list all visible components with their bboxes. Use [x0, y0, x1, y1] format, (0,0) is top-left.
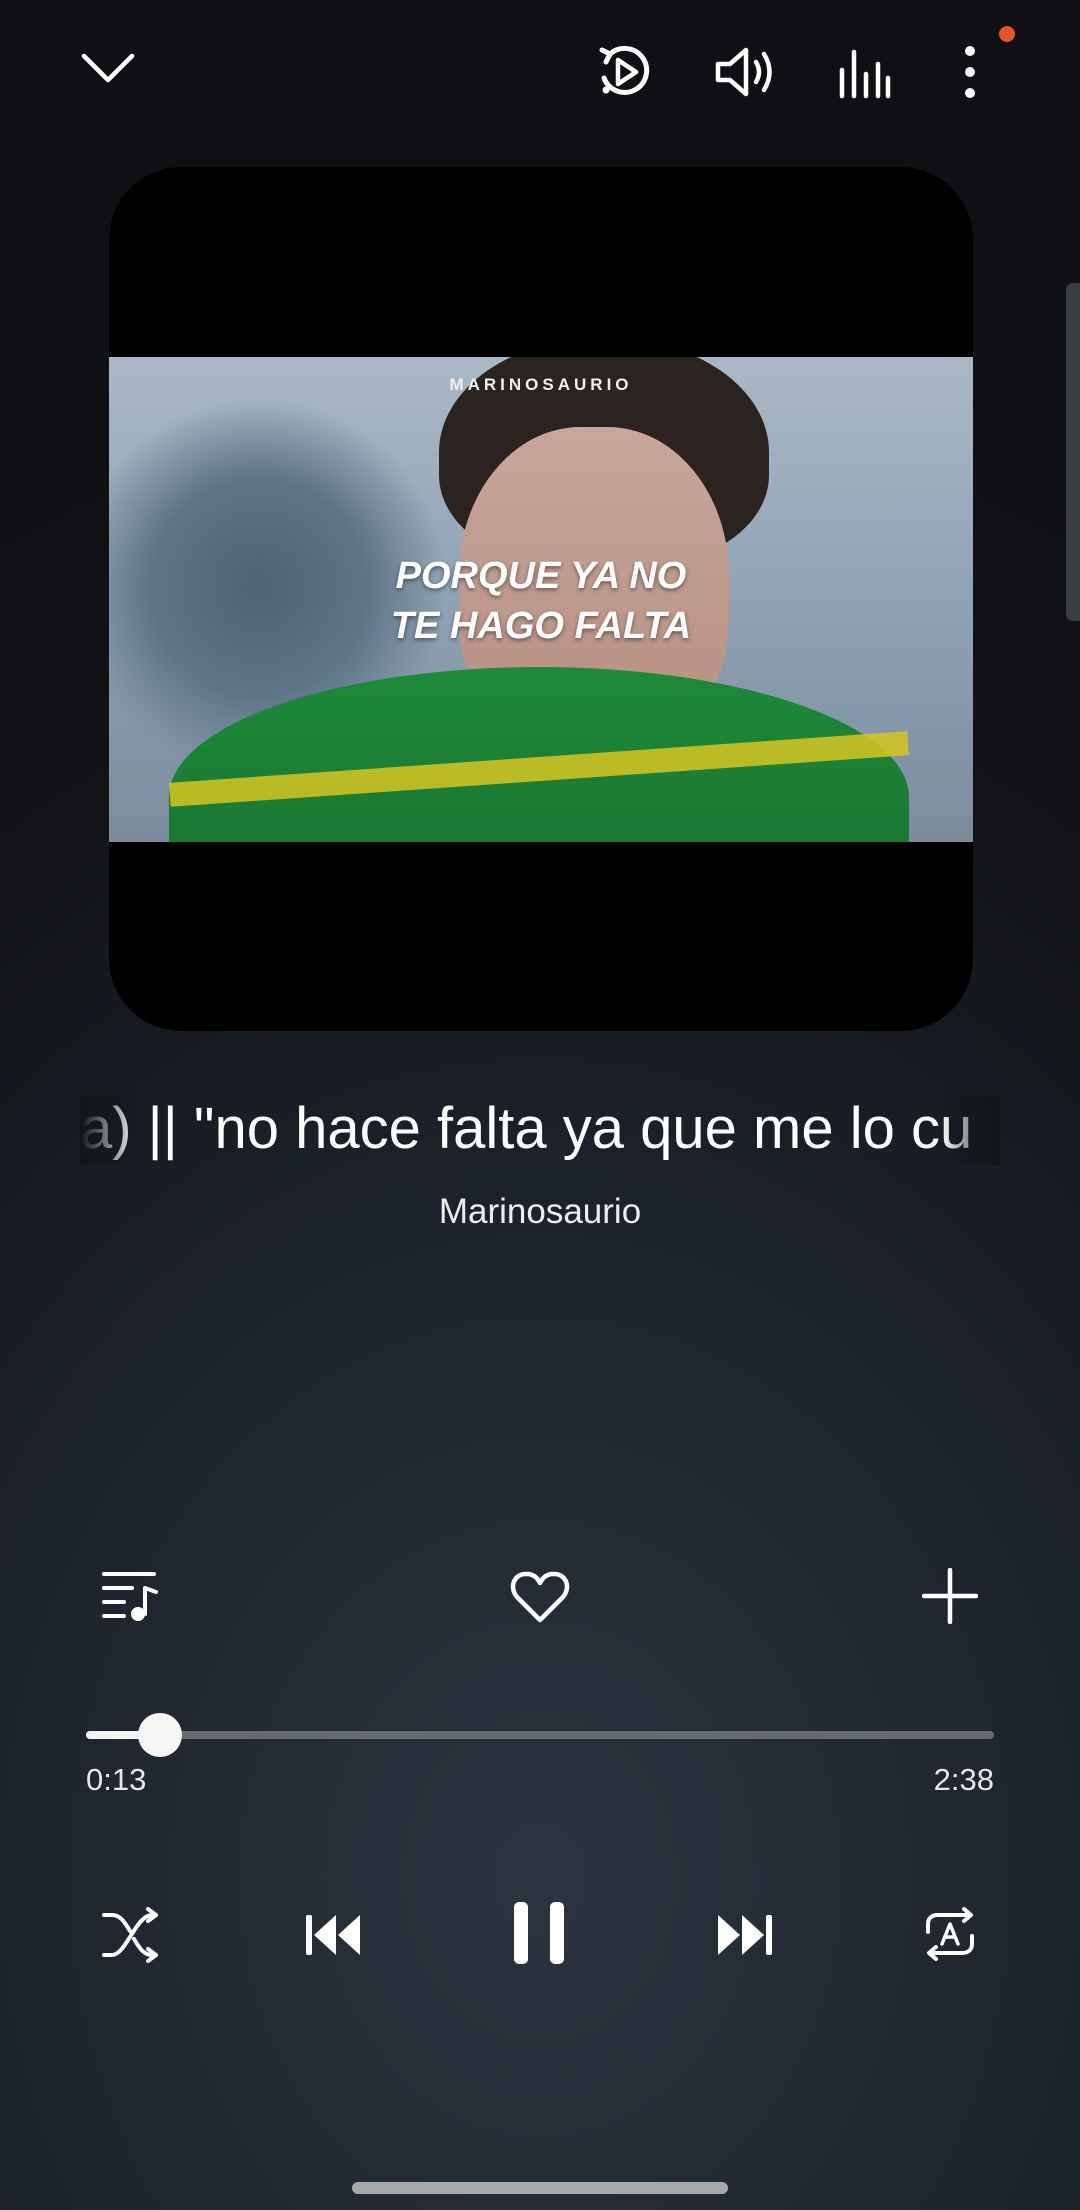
- total-duration: 2:38: [933, 1762, 994, 1797]
- notification-dot: [999, 26, 1015, 42]
- play-speed-icon[interactable]: [592, 40, 656, 104]
- equalizer-icon[interactable]: [836, 44, 892, 100]
- seek-bar[interactable]: [86, 1713, 994, 1757]
- video-thumbnail: MARINOSAURIO PORQUE YA NO TE HAGO FALTA: [109, 357, 973, 842]
- elapsed-time: 0:13: [86, 1762, 147, 1797]
- thumbnail-brand: MARINOSAURIO: [449, 375, 633, 394]
- shuffle-icon[interactable]: [102, 1907, 160, 1963]
- skip-next-icon[interactable]: [716, 1912, 774, 1958]
- home-indicator[interactable]: [352, 2182, 728, 2194]
- seek-bar-thumb[interactable]: [138, 1713, 183, 1757]
- skip-previous-icon[interactable]: [304, 1912, 362, 1958]
- pause-icon[interactable]: [512, 1900, 568, 1966]
- track-title-marquee: a) || "no hace falta ya que me lo cu: [80, 1095, 1000, 1165]
- plus-icon[interactable]: [922, 1568, 978, 1624]
- more-vertical-icon[interactable]: [956, 44, 984, 100]
- heart-icon[interactable]: [510, 1570, 570, 1624]
- chevron-down-icon[interactable]: [80, 48, 136, 88]
- track-title: a) || "no hace falta ya que me lo cu: [80, 1096, 973, 1161]
- scroll-handle[interactable]: [1066, 283, 1080, 621]
- volume-icon[interactable]: [712, 42, 778, 102]
- album-art: MARINOSAURIO PORQUE YA NO TE HAGO FALTA: [109, 167, 973, 1031]
- track-artist[interactable]: Marinosaurio: [0, 1192, 1080, 1232]
- thumbnail-caption-line1: PORQUE YA NO: [395, 555, 687, 597]
- top-bar: [0, 0, 1080, 150]
- queue-music-icon[interactable]: [102, 1568, 158, 1624]
- thumbnail-caption-line2: TE HAGO FALTA: [390, 605, 692, 647]
- repeat-icon[interactable]: [922, 1906, 978, 1962]
